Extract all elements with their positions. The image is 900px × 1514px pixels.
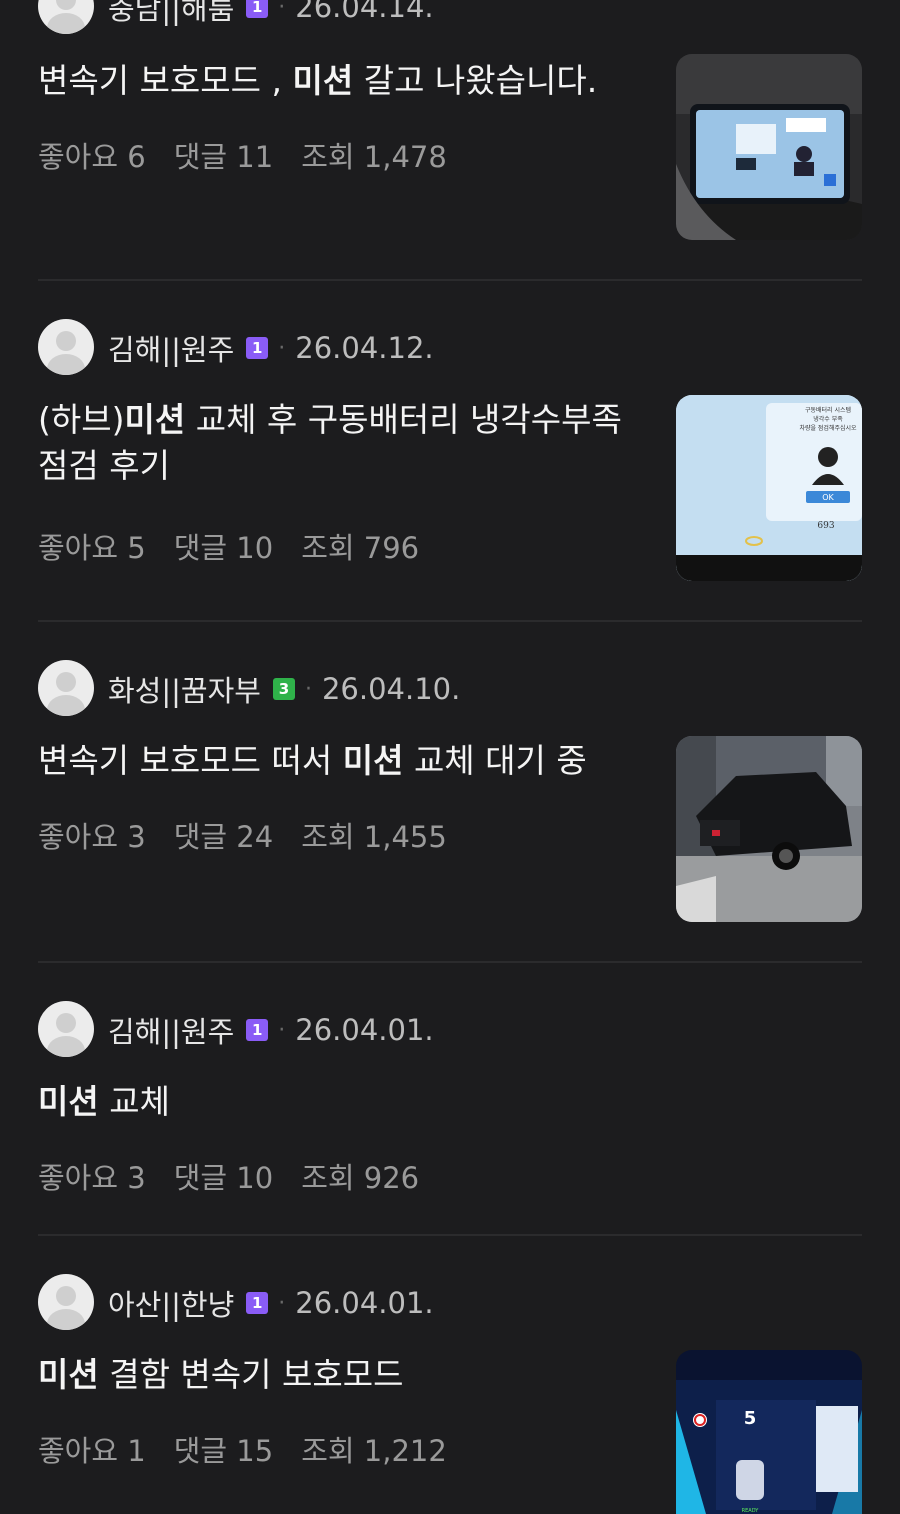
post-date: 26.04.14. bbox=[295, 0, 434, 24]
level-badge: 1 bbox=[246, 1292, 269, 1314]
avatar[interactable] bbox=[38, 1274, 94, 1330]
svg-text:693: 693 bbox=[817, 521, 834, 531]
svg-text:차량을 점검해주십시오: 차량을 점검해주십시오 bbox=[799, 424, 857, 432]
avatar[interactable] bbox=[38, 0, 94, 34]
post-stats: 좋아요 6 댓글 11 조회 1,478 bbox=[38, 134, 475, 176]
post-thumbnail[interactable] bbox=[676, 736, 862, 922]
likes-count: 좋아요 5 bbox=[38, 531, 146, 565]
likes-count: 좋아요 3 bbox=[38, 1161, 146, 1195]
views-count: 조회 1,455 bbox=[301, 820, 447, 854]
post-title[interactable]: 미션 교체 bbox=[38, 1079, 648, 1125]
highlight-keyword: 미션 bbox=[38, 1082, 99, 1121]
level-badge: 1 bbox=[246, 0, 269, 18]
divider bbox=[38, 279, 862, 281]
svg-text:READY: READY bbox=[742, 1508, 760, 1514]
svg-text:5: 5 bbox=[744, 1408, 757, 1429]
svg-text:OK: OK bbox=[822, 493, 834, 502]
post-stats: 좋아요 3 댓글 10 조회 926 bbox=[38, 1155, 447, 1197]
post-date: 26.04.12. bbox=[295, 331, 434, 365]
author-name[interactable]: 김해||원주 bbox=[108, 327, 234, 369]
highlight-keyword: 미션 bbox=[38, 1355, 99, 1394]
author-name[interactable]: 화성||꿈자부 bbox=[108, 668, 261, 710]
highlight-keyword: 미션 bbox=[124, 400, 186, 439]
avatar[interactable] bbox=[38, 1001, 94, 1057]
comments-count: 댓글 11 bbox=[173, 140, 274, 174]
highlight-keyword: 미션 bbox=[292, 61, 354, 100]
divider bbox=[38, 961, 862, 963]
post-title[interactable]: 변속기 보호모드 떠서 미션 교체 대기 중 bbox=[38, 738, 648, 784]
views-count: 조회 1,478 bbox=[301, 140, 447, 174]
post-date: 26.04.01. bbox=[295, 1286, 434, 1320]
post-date: 26.04.01. bbox=[295, 1013, 434, 1047]
post-author-row: 아산||한냥 1 · 26.04.01. bbox=[108, 1282, 434, 1324]
post-stats: 좋아요 5 댓글 10 조회 796 bbox=[38, 525, 447, 567]
author-name[interactable]: 김해||원주 bbox=[108, 1009, 234, 1051]
separator-dot: · bbox=[278, 1290, 286, 1316]
author-name[interactable]: 충남||해룸 bbox=[108, 0, 234, 28]
separator-dot: · bbox=[278, 0, 286, 20]
level-badge: 1 bbox=[246, 1019, 269, 1041]
svg-text:냉각수 부족: 냉각수 부족 bbox=[813, 415, 843, 423]
divider bbox=[38, 620, 862, 622]
post-thumbnail[interactable]: OK 구동배터리 시스템 냉각수 부족 차량을 점검해주십시오 693 bbox=[676, 395, 862, 581]
views-count: 조회 926 bbox=[301, 1161, 420, 1195]
post-thumbnail[interactable] bbox=[676, 54, 862, 240]
post-title[interactable]: 미션 결함 변속기 보호모드 bbox=[38, 1352, 648, 1398]
level-badge: 1 bbox=[246, 337, 269, 359]
comments-count: 댓글 15 bbox=[173, 1434, 274, 1468]
post-author-row: 김해||원주 1 · 26.04.12. bbox=[108, 327, 434, 369]
post-stats: 좋아요 3 댓글 24 조회 1,455 bbox=[38, 814, 475, 856]
author-name[interactable]: 아산||한냥 bbox=[108, 1282, 234, 1324]
likes-count: 좋아요 3 bbox=[38, 820, 146, 854]
svg-text:구동배터리 시스템: 구동배터리 시스템 bbox=[805, 406, 851, 414]
level-badge: 3 bbox=[272, 678, 295, 700]
post-title[interactable]: 변속기 보호모드 , 미션 갈고 나왔습니다. bbox=[38, 58, 648, 104]
post-date: 26.04.10. bbox=[321, 672, 461, 706]
avatar[interactable] bbox=[38, 660, 94, 716]
separator-dot: · bbox=[278, 335, 286, 361]
post-author-row: 충남||해룸 1 · 26.04.14. bbox=[108, 0, 434, 28]
comments-count: 댓글 24 bbox=[173, 820, 274, 854]
comments-count: 댓글 10 bbox=[173, 531, 274, 565]
likes-count: 좋아요 1 bbox=[38, 1434, 146, 1468]
views-count: 조회 1,212 bbox=[301, 1434, 447, 1468]
post-thumbnail[interactable]: 5 READY bbox=[676, 1350, 862, 1514]
divider bbox=[38, 1234, 862, 1236]
likes-count: 좋아요 6 bbox=[38, 140, 146, 174]
avatar[interactable] bbox=[38, 319, 94, 375]
separator-dot: · bbox=[304, 676, 312, 702]
post-author-row: 화성||꿈자부 3 · 26.04.10. bbox=[108, 668, 460, 710]
post-stats: 좋아요 1 댓글 15 조회 1,212 bbox=[38, 1428, 475, 1470]
separator-dot: · bbox=[278, 1017, 286, 1043]
highlight-keyword: 미션 bbox=[342, 741, 404, 780]
post-author-row: 김해||원주 1 · 26.04.01. bbox=[108, 1009, 434, 1051]
comments-count: 댓글 10 bbox=[173, 1161, 274, 1195]
views-count: 조회 796 bbox=[301, 531, 420, 565]
post-title[interactable]: (하브)미션 교체 후 구동배터리 냉각수부족 점검 후기 bbox=[38, 397, 648, 489]
